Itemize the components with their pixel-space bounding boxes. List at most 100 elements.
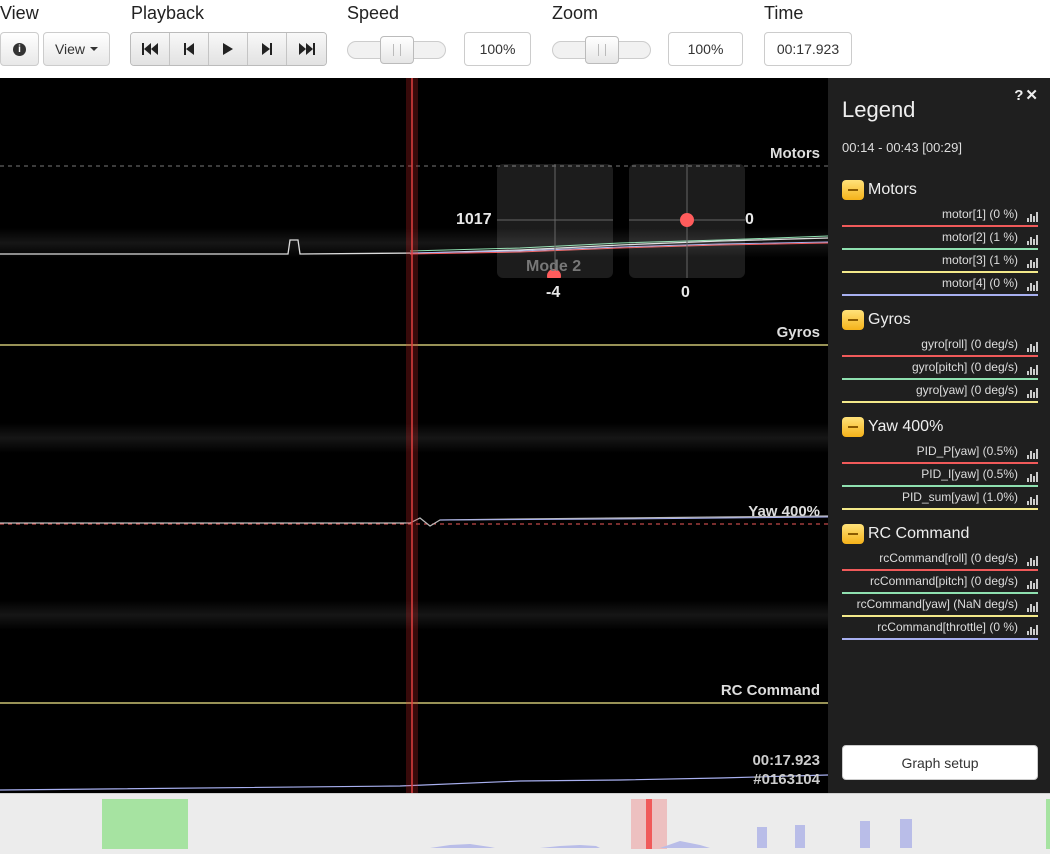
speed-input[interactable]: 100% bbox=[464, 32, 531, 66]
zoom-input[interactable]: 100% bbox=[668, 32, 743, 66]
analyser-icon[interactable] bbox=[1027, 492, 1038, 505]
legend-field[interactable]: motor[1] (0 %) bbox=[842, 205, 1038, 227]
step-back-button[interactable] bbox=[170, 33, 209, 65]
left-stick-value-x: -4 bbox=[546, 284, 561, 301]
analyser-icon[interactable] bbox=[1027, 209, 1038, 222]
collapse-icon[interactable] bbox=[842, 180, 864, 200]
legend-panel: Legend ? ✕ 00:14 - 00:43 [00:29] Motors m… bbox=[828, 78, 1050, 793]
fast-forward-icon bbox=[298, 43, 315, 55]
time-input[interactable]: 00:17.923 bbox=[764, 32, 852, 66]
speed-slider[interactable] bbox=[347, 36, 446, 64]
jump-start-button[interactable] bbox=[131, 33, 170, 65]
cursor-time-readout: 00:17.923 bbox=[752, 752, 820, 769]
help-icon[interactable]: ? bbox=[1014, 87, 1023, 104]
legend-group-label: RC Command bbox=[868, 525, 970, 542]
legend-field[interactable]: gyro[yaw] (0 deg/s) bbox=[842, 381, 1038, 403]
legend-field-label: gyro[pitch] (0 deg/s) bbox=[911, 360, 1018, 374]
collapse-icon[interactable] bbox=[842, 417, 864, 437]
right-stick-value-x: 0 bbox=[681, 284, 690, 301]
legend-field[interactable]: motor[2] (1 %) bbox=[842, 228, 1038, 250]
legend-time-range: 00:14 - 00:43 [00:29] bbox=[842, 140, 962, 155]
cursor-frame-readout: #0163104 bbox=[753, 771, 820, 788]
legend-group-rc-command[interactable]: RC Command bbox=[842, 524, 969, 544]
zoom-slider[interactable] bbox=[552, 36, 651, 64]
view-dropdown-button[interactable]: View bbox=[43, 32, 110, 66]
series-swatch bbox=[842, 592, 1038, 594]
legend-field-label: PID_P[yaw] (0.5%) bbox=[916, 444, 1018, 458]
series-swatch bbox=[842, 225, 1038, 227]
analyser-icon[interactable] bbox=[1027, 622, 1038, 635]
gyros-section-label: Gyros bbox=[776, 324, 820, 341]
step-forward-icon bbox=[262, 43, 272, 55]
legend-field-label: motor[1] (0 %) bbox=[941, 207, 1018, 221]
series-swatch bbox=[842, 378, 1038, 380]
legend-field-label: PID_sum[yaw] (1.0%) bbox=[901, 490, 1018, 504]
legend-field-label: gyro[roll] (0 deg/s) bbox=[921, 337, 1018, 351]
legend-group-yaw[interactable]: Yaw 400% bbox=[842, 417, 943, 437]
analyser-icon[interactable] bbox=[1027, 553, 1038, 566]
legend-field-label: PID_I[yaw] (0.5%) bbox=[921, 467, 1018, 481]
legend-field-label: gyro[yaw] (0 deg/s) bbox=[915, 383, 1018, 397]
analyser-icon[interactable] bbox=[1027, 469, 1038, 482]
collapse-icon[interactable] bbox=[842, 524, 864, 544]
view-button-label: View bbox=[54, 41, 86, 57]
analyser-icon[interactable] bbox=[1027, 362, 1038, 375]
legend-field[interactable]: PID_sum[yaw] (1.0%) bbox=[842, 488, 1038, 510]
play-button[interactable] bbox=[209, 33, 248, 65]
series-swatch bbox=[842, 569, 1038, 571]
legend-group-label: Yaw 400% bbox=[868, 418, 944, 435]
legend-field-label: motor[2] (1 %) bbox=[941, 230, 1018, 244]
analyser-icon[interactable] bbox=[1027, 446, 1038, 459]
caret-down-icon bbox=[90, 47, 99, 51]
speed-slider-handle[interactable] bbox=[380, 36, 414, 64]
analyser-icon[interactable] bbox=[1027, 232, 1038, 245]
collapse-icon[interactable] bbox=[842, 310, 864, 330]
step-forward-button[interactable] bbox=[248, 33, 287, 65]
analyser-icon[interactable] bbox=[1027, 278, 1038, 291]
jump-end-button[interactable] bbox=[287, 33, 326, 65]
series-swatch bbox=[842, 355, 1038, 357]
log-overview-strip[interactable] bbox=[0, 793, 1050, 854]
legend-group-gyros[interactable]: Gyros bbox=[842, 310, 911, 330]
series-swatch bbox=[842, 508, 1038, 510]
zoom-slider-handle[interactable] bbox=[585, 36, 619, 64]
legend-controls: ? ✕ bbox=[1014, 86, 1038, 104]
right-stick-value-y: 0 bbox=[745, 211, 754, 228]
graph-setup-button[interactable]: Graph setup bbox=[842, 745, 1038, 780]
legend-field[interactable]: rcCommand[throttle] (0 %) bbox=[842, 618, 1038, 640]
legend-field[interactable]: rcCommand[pitch] (0 deg/s) bbox=[842, 572, 1038, 594]
legend-field[interactable]: gyro[roll] (0 deg/s) bbox=[842, 335, 1038, 357]
speed-label: Speed bbox=[347, 3, 400, 23]
legend-field-label: rcCommand[roll] (0 deg/s) bbox=[879, 551, 1018, 565]
legend-field[interactable]: rcCommand[yaw] (NaN deg/s) bbox=[842, 595, 1038, 617]
zoom-label: Zoom bbox=[552, 3, 599, 23]
view-label: View bbox=[0, 3, 39, 23]
legend-field[interactable]: PID_P[yaw] (0.5%) bbox=[842, 442, 1038, 464]
legend-field[interactable]: motor[3] (1 %) bbox=[842, 251, 1038, 273]
stick-mode-label: Mode 2 bbox=[526, 258, 582, 275]
motors-section-label: Motors bbox=[770, 145, 820, 162]
legend-field[interactable]: gyro[pitch] (0 deg/s) bbox=[842, 358, 1038, 380]
legend-group-motors[interactable]: Motors bbox=[842, 180, 917, 200]
analyser-icon[interactable] bbox=[1027, 599, 1038, 612]
series-swatch bbox=[842, 401, 1038, 403]
legend-field[interactable]: rcCommand[roll] (0 deg/s) bbox=[842, 549, 1038, 571]
graph-canvas[interactable]: 1017 -4 0 0 Mode 2 Motors Gyros Yaw 400%… bbox=[0, 78, 828, 793]
series-swatch bbox=[842, 462, 1038, 464]
legend-title: Legend bbox=[842, 97, 916, 122]
legend-field[interactable]: motor[4] (0 %) bbox=[842, 274, 1038, 296]
info-button[interactable]: i bbox=[0, 32, 39, 66]
overview-armed-region bbox=[102, 799, 188, 849]
rc-command-section-label: RC Command bbox=[720, 682, 820, 699]
analyser-icon[interactable] bbox=[1027, 576, 1038, 589]
analyser-icon[interactable] bbox=[1027, 385, 1038, 398]
close-icon[interactable]: ✕ bbox=[1025, 87, 1038, 104]
analyser-icon[interactable] bbox=[1027, 255, 1038, 268]
playback-label: Playback bbox=[131, 3, 205, 23]
right-stick-box bbox=[629, 164, 745, 278]
analyser-icon[interactable] bbox=[1027, 339, 1038, 352]
legend-field[interactable]: PID_I[yaw] (0.5%) bbox=[842, 465, 1038, 487]
series-swatch bbox=[842, 248, 1038, 250]
time-label: Time bbox=[764, 3, 804, 23]
left-stick-value-y: 1017 bbox=[456, 211, 492, 228]
